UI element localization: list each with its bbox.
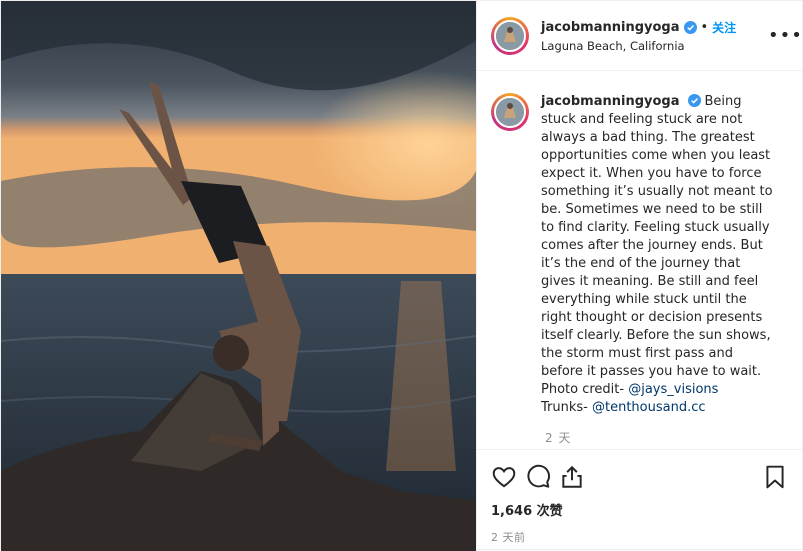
caption: jacobmanningyoga Being stuck and feeling … (491, 93, 788, 417)
share-icon (562, 465, 582, 488)
like-button[interactable] (491, 460, 525, 494)
caption-text: jacobmanningyoga Being stuck and feeling … (541, 93, 773, 417)
follow-button[interactable]: 关注 (712, 19, 736, 36)
caption-time: 2 天 (545, 431, 572, 445)
comment-icon (527, 464, 550, 488)
post-photo[interactable] (1, 1, 476, 551)
handstand-photo (1, 1, 476, 551)
like-count[interactable]: 1,646 次赞 (491, 500, 788, 519)
post-header: jacobmanningyoga • 关注 Laguna Beach, Cali… (477, 1, 802, 71)
avatar-photo-icon (496, 98, 524, 126)
share-button[interactable] (559, 460, 593, 494)
bookmark-icon (766, 465, 784, 489)
comments-area: jacobmanningyoga Being stuck and feeling … (477, 71, 802, 449)
header-userline: jacobmanningyoga • 关注 (541, 19, 768, 36)
post-time: 2 天前 (491, 531, 526, 544)
trunks-mention[interactable]: @tenthousand.cc (592, 400, 706, 415)
verified-badge-icon (683, 20, 697, 34)
save-button[interactable] (754, 460, 788, 494)
location-link[interactable]: Laguna Beach, California (541, 39, 768, 53)
header-username[interactable]: jacobmanningyoga (541, 20, 680, 35)
header-text: jacobmanningyoga • 关注 Laguna Beach, Cali… (541, 19, 768, 53)
caption-avatar-image (494, 96, 526, 128)
avatar-image (494, 19, 526, 52)
caption-body-text: Being stuck and feeling stuck are not al… (541, 94, 773, 379)
trunks-label: Trunks- (541, 400, 592, 415)
caption-avatar[interactable] (491, 93, 529, 131)
avatar-photo-icon (496, 21, 524, 50)
photo-credit-label: Photo credit- (541, 382, 629, 397)
action-bar: 1,646 次赞 2 天前 (477, 449, 802, 549)
post-sidebar: jacobmanningyoga • 关注 Laguna Beach, Cali… (476, 1, 802, 549)
verified-badge-icon (687, 94, 701, 107)
comment-button[interactable] (525, 460, 559, 494)
post-dialog: jacobmanningyoga • 关注 Laguna Beach, Cali… (0, 0, 803, 551)
separator-dot: • (700, 19, 709, 35)
action-icons (491, 456, 788, 498)
more-options-icon[interactable]: ••• (768, 25, 802, 46)
caption-username[interactable]: jacobmanningyoga (541, 94, 680, 109)
heart-icon (492, 467, 516, 488)
photo-credit-mention[interactable]: @jays_visions (628, 382, 718, 397)
avatar[interactable] (491, 16, 529, 55)
